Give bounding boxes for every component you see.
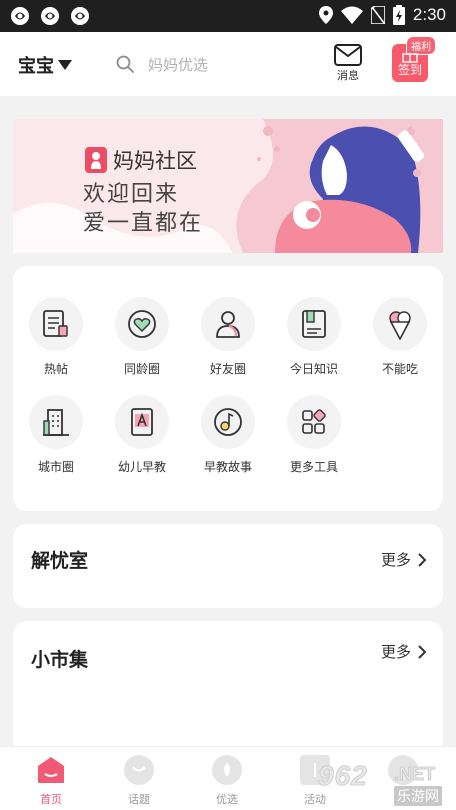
tab-topics[interactable]: 话题 xyxy=(104,747,174,810)
section-title: 解忧室 xyxy=(31,550,89,572)
more-label: 更多 xyxy=(380,643,411,661)
tool-early-education[interactable]: 幼儿早教 xyxy=(99,395,185,475)
wifi-icon xyxy=(340,6,363,24)
clock: 2:30 xyxy=(412,5,446,24)
location-icon xyxy=(318,6,333,24)
music-note-icon xyxy=(214,408,242,436)
no-sim-icon xyxy=(370,6,385,24)
app-notification-icon xyxy=(41,7,59,25)
envelope-icon xyxy=(334,44,362,66)
tools-card: 热帖 同龄圈 好友圈 今日知识 不能吃 城市圈 幼儿早教 早教故事 更多工具 xyxy=(13,266,443,511)
messages-button[interactable]: 消息 xyxy=(332,44,364,83)
tab-label: 首页 xyxy=(40,793,62,806)
tool-label: 好友圈 xyxy=(209,362,246,376)
friends-icon xyxy=(216,311,240,338)
book-icon xyxy=(302,310,326,338)
tool-hot-posts[interactable]: 热帖 xyxy=(13,297,99,377)
baby-selector[interactable]: 宝宝 xyxy=(18,52,72,78)
tool-daily-knowledge[interactable]: 今日知识 xyxy=(271,297,357,377)
tab-selected-goods[interactable]: 优选 xyxy=(192,747,262,810)
messages-label: 消息 xyxy=(337,69,359,82)
app-notification-icon xyxy=(71,7,89,25)
watermark-domain: .NET xyxy=(394,764,436,785)
tab-label: 话题 xyxy=(128,793,150,806)
hot-post-icon xyxy=(43,310,68,337)
notification-icons xyxy=(10,6,90,26)
search-placeholder: 妈妈优选 xyxy=(148,55,209,74)
tool-label: 今日知识 xyxy=(289,362,338,376)
mom-community-logo-icon xyxy=(85,147,107,173)
watermark-number: 962 xyxy=(318,760,368,792)
watermark-site-name: 乐游网 xyxy=(394,786,442,806)
more-label: 更多 xyxy=(380,551,411,569)
tool-label: 不能吃 xyxy=(381,362,418,376)
section-more-link[interactable]: 更多 xyxy=(381,641,427,662)
tool-icon-bg xyxy=(373,297,427,351)
tab-home[interactable]: 首页 xyxy=(16,747,86,810)
section-title: 小市集 xyxy=(31,649,89,671)
search-icon xyxy=(116,55,134,73)
app-notification-icon xyxy=(11,7,29,25)
tool-peer-circle[interactable]: 同龄圈 xyxy=(99,297,185,377)
tool-more-tools[interactable]: 更多工具 xyxy=(271,395,357,475)
tool-icon-bg xyxy=(287,395,341,449)
tool-label: 热帖 xyxy=(43,362,68,376)
status-bar: 2:30 xyxy=(0,0,456,32)
alphabet-book-icon xyxy=(131,408,153,436)
tool-icon-bg xyxy=(201,297,255,351)
tool-icon-bg xyxy=(201,395,255,449)
tool-icon-bg xyxy=(287,297,341,351)
banner-illustration xyxy=(13,119,443,253)
signin-label: 签到 xyxy=(397,63,422,77)
section-more-link[interactable]: 更多 xyxy=(381,549,427,570)
welcome-banner[interactable]: 妈妈社区 欢迎回来 爱一直都在 xyxy=(13,119,443,253)
app-header: 宝宝 妈妈优选 消息 福利 签到 xyxy=(0,32,456,96)
heart-icon xyxy=(128,310,156,338)
tool-label: 同龄圈 xyxy=(123,362,160,376)
baby-selector-label: 宝宝 xyxy=(18,56,54,77)
system-status: 2:30 xyxy=(318,5,446,25)
site-watermark: 962 .NET 乐游网 xyxy=(318,760,452,806)
tool-icon-bg xyxy=(29,297,83,351)
chevron-right-icon xyxy=(418,552,427,567)
section-card-worry-room: 解忧室 更多 xyxy=(13,524,443,608)
grid-icon xyxy=(302,409,326,434)
signin-button[interactable]: 福利 签到 xyxy=(392,36,436,82)
building-icon xyxy=(43,409,69,436)
tool-icon-bg xyxy=(115,395,169,449)
banner-headline: 欢迎回来 xyxy=(83,182,180,207)
tool-city-circle[interactable]: 城市圈 xyxy=(13,395,99,475)
home-icon xyxy=(36,755,66,785)
tool-label: 更多工具 xyxy=(289,460,338,474)
tool-early-stories[interactable]: 早教故事 xyxy=(185,395,271,475)
tool-icon-bg xyxy=(29,395,83,449)
ice-cream-icon xyxy=(389,311,411,340)
banner-logo: 妈妈社区 xyxy=(85,145,197,175)
tool-label: 早教故事 xyxy=(203,460,252,474)
tool-friends-circle[interactable]: 好友圈 xyxy=(185,297,271,377)
chevron-right-icon xyxy=(418,644,427,659)
battery-charging-icon xyxy=(392,5,405,25)
banner-subheadline: 爱一直都在 xyxy=(83,211,204,236)
search-bar[interactable]: 妈妈优选 xyxy=(110,46,310,82)
tool-label: 城市圈 xyxy=(37,460,74,474)
topics-icon xyxy=(124,755,154,785)
leaf-icon xyxy=(212,755,242,785)
caret-down-icon xyxy=(58,60,72,70)
banner-brand: 妈妈社区 xyxy=(113,149,197,173)
tool-icon-bg xyxy=(115,297,169,351)
tool-label: 幼儿早教 xyxy=(117,460,166,474)
tab-label: 优选 xyxy=(216,793,238,806)
tool-cannot-eat[interactable]: 不能吃 xyxy=(357,297,443,377)
